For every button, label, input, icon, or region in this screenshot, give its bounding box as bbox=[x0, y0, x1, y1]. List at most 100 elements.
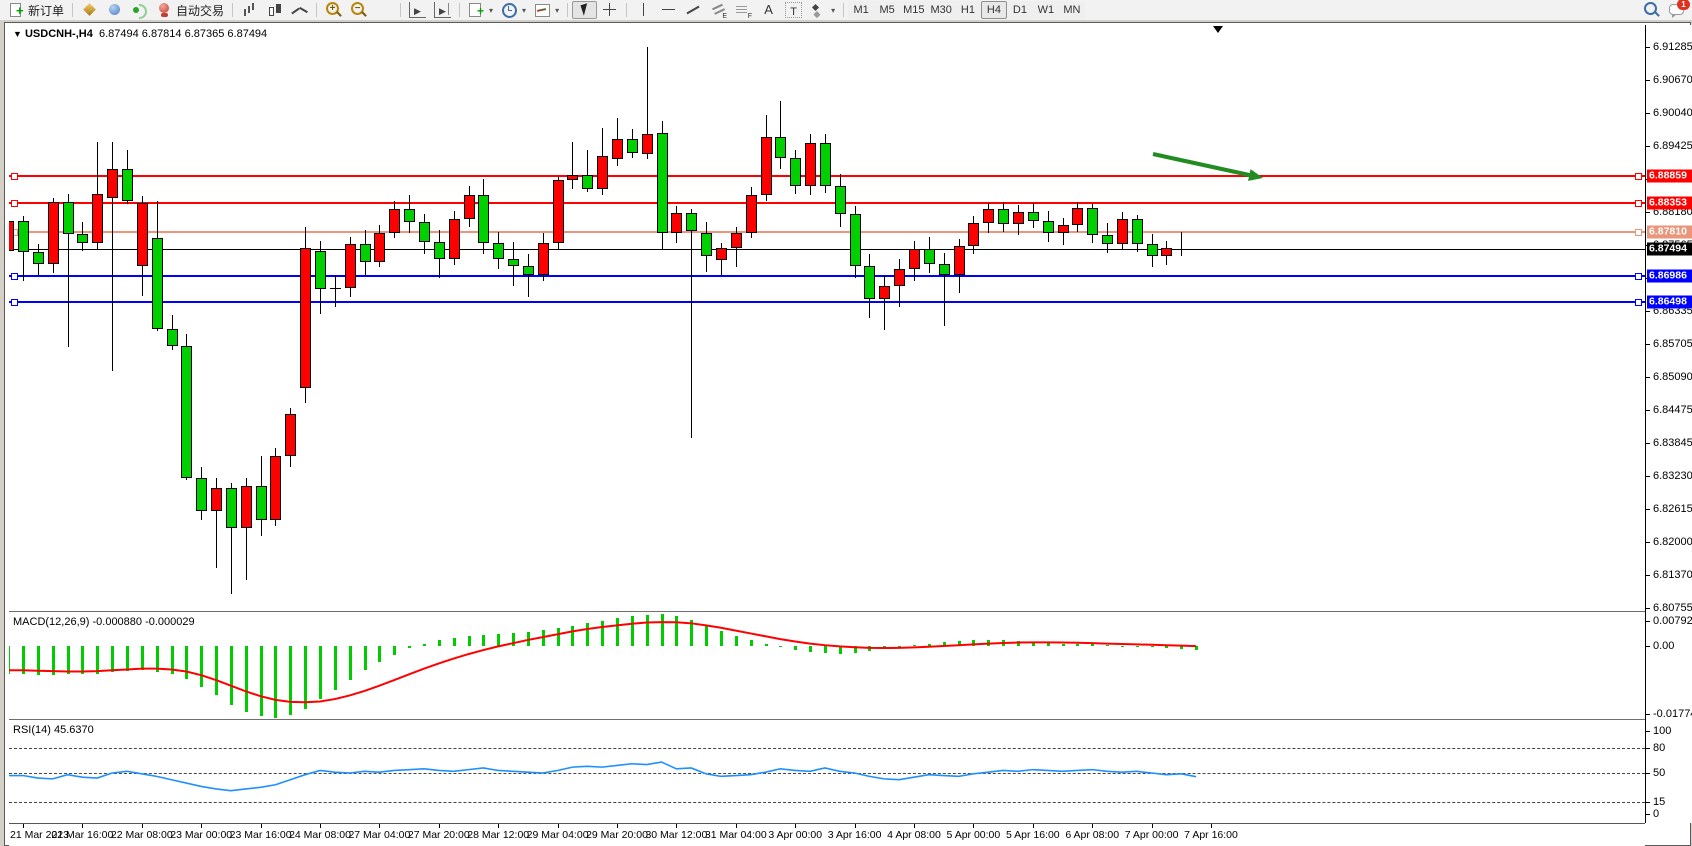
rsi-axis-tick bbox=[1646, 802, 1650, 803]
shapes-icon bbox=[810, 2, 827, 18]
time-tick bbox=[23, 824, 24, 828]
main-chart-panel[interactable]: ▼ USDCNH-,H4 6.87494 6.87814 6.87365 6.8… bbox=[9, 25, 1645, 611]
text-icon bbox=[760, 2, 777, 18]
fibonacci-icon bbox=[735, 2, 752, 18]
cursor-button[interactable] bbox=[572, 1, 597, 19]
time-tick-label: 22 Mar 08:00 bbox=[111, 829, 173, 841]
chart-shift-icon bbox=[434, 2, 451, 18]
price-tick bbox=[1646, 212, 1650, 213]
metaeditor-button[interactable] bbox=[77, 1, 102, 19]
time-tick bbox=[1152, 824, 1153, 828]
time-tick-label: 5 Apr 00:00 bbox=[947, 829, 1001, 841]
timeframe-m5-button[interactable]: M5 bbox=[874, 1, 900, 19]
template-button[interactable]: ▾ bbox=[530, 1, 563, 19]
toolbar-separator bbox=[400, 3, 401, 17]
time-tick bbox=[320, 824, 321, 828]
channel-button[interactable] bbox=[706, 1, 731, 19]
macd-axis-tick bbox=[1646, 646, 1650, 647]
search-icon[interactable] bbox=[1642, 1, 1659, 17]
timeframe-h1-button[interactable]: H1 bbox=[955, 1, 981, 19]
macd-panel[interactable]: MACD(12,26,9) -0.000880 -0.000029 bbox=[9, 614, 1645, 719]
price-tick-label: 6.81370 bbox=[1653, 569, 1692, 581]
bar-chart-button[interactable] bbox=[237, 1, 262, 19]
price-tick bbox=[1646, 509, 1650, 510]
textlabel-button[interactable] bbox=[781, 1, 806, 19]
zoom-in-button[interactable] bbox=[321, 1, 346, 19]
text-button[interactable] bbox=[756, 1, 781, 19]
zoom-out-button[interactable] bbox=[346, 1, 371, 19]
new-order-button[interactable]: 新订单 bbox=[4, 1, 68, 19]
time-tick bbox=[201, 824, 202, 828]
hline-icon bbox=[660, 2, 677, 18]
toolbar-separator bbox=[316, 3, 317, 17]
price-tick bbox=[1646, 377, 1650, 378]
price-tick bbox=[1646, 113, 1650, 114]
price-badge-6.86986: 6.86986 bbox=[1647, 270, 1692, 283]
time-tick-label: 24 Mar 08:00 bbox=[289, 829, 351, 841]
auto-scroll-button[interactable] bbox=[405, 1, 430, 19]
timeframe-m30-button[interactable]: M30 bbox=[928, 1, 955, 19]
autotrade-button-label: 自动交易 bbox=[176, 2, 224, 19]
chat-icon[interactable]: 1 bbox=[1669, 1, 1686, 17]
time-tick-label: 4 Apr 08:00 bbox=[887, 829, 941, 841]
period-icon bbox=[501, 2, 518, 18]
toolbar-separator bbox=[232, 3, 233, 17]
time-tick-label: 23 Mar 16:00 bbox=[230, 829, 292, 841]
cursor-icon bbox=[576, 2, 593, 18]
timeframe-d1-button[interactable]: D1 bbox=[1007, 1, 1033, 19]
chart-shift-button[interactable] bbox=[430, 1, 455, 19]
auto-scroll-icon bbox=[409, 2, 426, 18]
rsi-axis-label: 0 bbox=[1653, 808, 1659, 820]
crosshair-icon bbox=[601, 2, 618, 18]
time-tick bbox=[736, 824, 737, 828]
dropdown-arrow-icon[interactable]: ▾ bbox=[489, 6, 493, 15]
price-tick-label: 6.90040 bbox=[1653, 107, 1692, 119]
shapes-button[interactable]: ▾ bbox=[806, 1, 839, 19]
channel-icon bbox=[710, 2, 727, 18]
period-button[interactable]: ▾ bbox=[497, 1, 530, 19]
price-tick bbox=[1646, 146, 1650, 147]
time-tick bbox=[617, 824, 618, 828]
time-tick-label: 5 Apr 16:00 bbox=[1006, 829, 1060, 841]
dropdown-arrow-icon[interactable]: ▾ bbox=[522, 6, 526, 15]
time-tick-label: 6 Apr 08:00 bbox=[1065, 829, 1119, 841]
time-tick-label: 7 Apr 00:00 bbox=[1125, 829, 1179, 841]
signals-button[interactable] bbox=[127, 1, 152, 19]
time-tick bbox=[379, 824, 380, 828]
line-chart-button[interactable] bbox=[287, 1, 312, 19]
timeframe-h4-button[interactable]: H4 bbox=[981, 1, 1007, 19]
timeframe-m15-button[interactable]: M15 bbox=[900, 1, 927, 19]
trend-arrow-annotation[interactable] bbox=[9, 25, 1645, 611]
price-tick bbox=[1646, 80, 1650, 81]
timeframe-mn-button[interactable]: MN bbox=[1059, 1, 1085, 19]
timeframe-w1-button[interactable]: W1 bbox=[1033, 1, 1059, 19]
tile-windows-button[interactable] bbox=[371, 1, 396, 19]
dropdown-arrow-icon[interactable]: ▾ bbox=[555, 6, 559, 15]
autotrade-icon bbox=[156, 2, 173, 18]
price-tick-label: 6.82615 bbox=[1653, 503, 1692, 515]
new-chart-button[interactable]: ▾ bbox=[464, 1, 497, 19]
rsi-axis-tick bbox=[1646, 731, 1650, 732]
time-tick-label: 28 Mar 12:00 bbox=[467, 829, 529, 841]
hline-button[interactable] bbox=[656, 1, 681, 19]
rsi-axis-tick bbox=[1646, 814, 1650, 815]
fibonacci-button[interactable] bbox=[731, 1, 756, 19]
community-button[interactable] bbox=[102, 1, 127, 19]
vline-button[interactable] bbox=[631, 1, 656, 19]
price-tick bbox=[1646, 443, 1650, 444]
price-tick bbox=[1646, 47, 1650, 48]
price-axis[interactable]: 6.912856.906706.900406.894256.888106.881… bbox=[1645, 25, 1692, 823]
zoom-in-icon bbox=[325, 2, 342, 18]
toolbar-separator bbox=[72, 3, 73, 17]
dropdown-arrow-icon[interactable]: ▾ bbox=[831, 6, 835, 15]
trendline-button[interactable] bbox=[681, 1, 706, 19]
rsi-panel[interactable]: RSI(14) 45.6370 bbox=[9, 722, 1645, 823]
autotrade-button[interactable]: 自动交易 bbox=[152, 1, 228, 19]
timeframe-m1-button[interactable]: M1 bbox=[848, 1, 874, 19]
crosshair-button[interactable] bbox=[597, 1, 622, 19]
time-axis[interactable]: 21 Mar 202321 Mar 16:0022 Mar 08:0023 Ma… bbox=[9, 823, 1645, 846]
current-price-badge: 6.87494 bbox=[1647, 242, 1692, 255]
signals-icon bbox=[131, 2, 148, 18]
rsi-axis-label: 15 bbox=[1653, 796, 1665, 808]
candle-chart-button[interactable] bbox=[262, 1, 287, 19]
